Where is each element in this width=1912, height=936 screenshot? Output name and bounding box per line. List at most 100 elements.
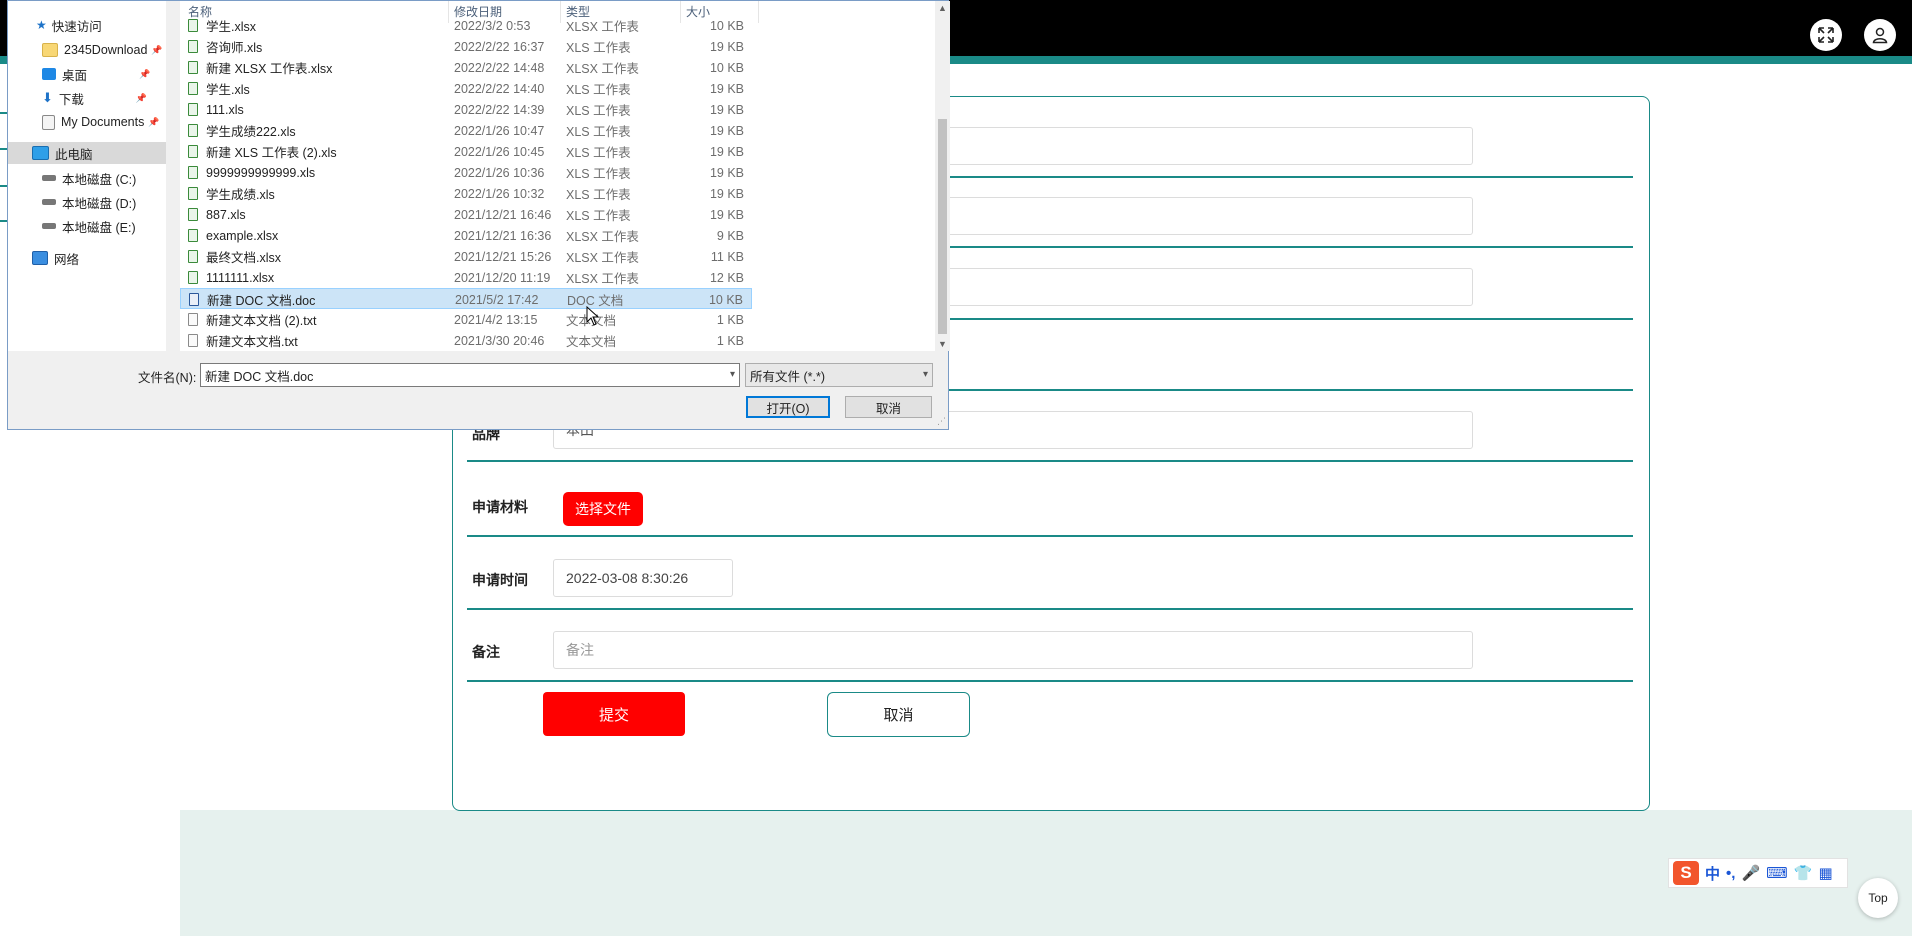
nav-label: My Documents bbox=[61, 115, 145, 129]
navigation-pane[interactable]: ★ 快速访问 2345Download 📌 桌面 📌 ⬇ 下载 📌 My Doc… bbox=[8, 1, 166, 351]
xls-file-icon bbox=[188, 166, 198, 179]
file-row[interactable]: 新建 DOC 文档.doc 2021/5/2 17:42 DOC 文档 10 KB bbox=[180, 288, 752, 309]
skin-icon[interactable]: 👕 bbox=[1794, 864, 1813, 882]
ime-mode-toggle[interactable]: 中 bbox=[1705, 863, 1720, 884]
xls-file-icon bbox=[188, 82, 198, 95]
nav-label: 快速访问 bbox=[51, 19, 102, 34]
microphone-icon[interactable]: 🎤 bbox=[1741, 864, 1760, 882]
back-to-top-button[interactable]: Top bbox=[1858, 878, 1898, 918]
nav-label: 网络 bbox=[54, 252, 80, 267]
xls-file-icon bbox=[188, 145, 198, 158]
file-row[interactable]: 887.xls 2021/12/21 16:46 XLS 工作表 19 KB bbox=[180, 204, 752, 225]
file-modified-cell: 2021/5/2 17:42 bbox=[455, 292, 539, 307]
file-name: 新建文本文档.txt bbox=[206, 335, 298, 349]
cancel-button[interactable]: 取消 bbox=[827, 692, 970, 737]
file-row[interactable]: 1111111.xlsx 2021/12/20 11:19 XLSX 工作表 12 K… bbox=[180, 267, 752, 288]
user-profile-button[interactable] bbox=[1864, 19, 1896, 51]
file-modified-cell: 2021/12/21 15:26 bbox=[454, 249, 552, 264]
time-input[interactable]: 2022-03-08 8:30:26 bbox=[553, 559, 733, 597]
star-icon: ★ bbox=[36, 18, 47, 32]
keyboard-icon[interactable]: ⌨ bbox=[1766, 864, 1788, 882]
file-name-cell: 新建 XLS 工作表 (2).xls bbox=[188, 141, 337, 162]
nav-label: 下载 bbox=[58, 92, 84, 107]
file-row[interactable]: 学生成绩222.xls 2022/1/26 10:47 XLS 工作表 19 KB bbox=[180, 120, 752, 141]
choose-file-button[interactable]: 选择文件 bbox=[563, 492, 643, 526]
nav-quick-access[interactable]: ★ 快速访问 bbox=[8, 14, 166, 36]
nav-my-documents[interactable]: My Documents 📌 bbox=[8, 111, 166, 133]
ime-punctuation-toggle[interactable]: •, bbox=[1726, 865, 1735, 882]
file-type-cell: 文本文档 bbox=[566, 335, 617, 349]
file-size-cell: 19 KB bbox=[709, 102, 744, 117]
filename-label: 文件名(N): bbox=[138, 371, 197, 385]
file-size-cell: 11 KB bbox=[710, 249, 744, 264]
filename-input[interactable]: 新建 DOC 文档.doc ▾ bbox=[200, 363, 740, 387]
nav-2345download[interactable]: 2345Download 📌 bbox=[8, 39, 166, 61]
nav-this-pc[interactable]: 此电脑 bbox=[8, 142, 166, 164]
chevron-down-icon: ▾ bbox=[922, 369, 928, 380]
file-row[interactable]: 111.xls 2022/2/22 14:39 XLS 工作表 19 KB bbox=[180, 99, 752, 120]
drive-icon bbox=[42, 199, 56, 205]
scroll-thumb[interactable] bbox=[938, 119, 947, 334]
file-type-cell: XLSX 工作表 bbox=[566, 20, 639, 34]
file-size-cell: 10 KB bbox=[709, 60, 744, 75]
file-row[interactable]: 最终文档.xlsx 2021/12/21 15:26 XLSX 工作表 11 KB bbox=[180, 246, 752, 267]
file-type-filter-select[interactable]: 所有文件 (*.*) ▾ bbox=[745, 363, 933, 387]
file-type-cell: XLS 工作表 bbox=[566, 83, 631, 97]
file-type-cell: XLSX 工作表 bbox=[566, 272, 639, 286]
nav-desktop[interactable]: 桌面 📌 bbox=[8, 63, 166, 85]
file-list-scrollbar[interactable]: ▲ ▼ bbox=[935, 1, 950, 351]
remark-input[interactable]: 备注 bbox=[553, 631, 1473, 669]
file-row[interactable]: 咨询师.xls 2022/2/22 16:37 XLS 工作表 19 KB bbox=[180, 36, 752, 57]
file-row[interactable]: 新建 XLS 工作表 (2).xls 2022/1/26 10:45 XLS 工作表… bbox=[180, 141, 752, 162]
nav-drive-d[interactable]: 本地磁盘 (D:) bbox=[8, 191, 166, 213]
file-row[interactable]: 学生.xls 2022/2/22 14:40 XLS 工作表 19 KB bbox=[180, 78, 752, 99]
nav-downloads[interactable]: ⬇ 下载 📌 bbox=[8, 87, 166, 109]
file-modified-cell: 2022/3/2 0:53 bbox=[454, 18, 531, 33]
file-row[interactable]: 新建文本文档 (2).txt 2021/4/2 13:15 文本文档 1 KB bbox=[180, 309, 752, 330]
row-divider bbox=[467, 680, 1633, 682]
file-row[interactable]: 学生.xlsx 2022/3/2 0:53 XLSX 工作表 10 KB bbox=[180, 15, 752, 36]
file-name: 1111111.xlsx bbox=[206, 270, 275, 285]
apps-grid-icon[interactable]: ▦ bbox=[1818, 864, 1832, 882]
nav-label: 本地磁盘 (C:) bbox=[62, 172, 137, 187]
xls-file-icon bbox=[188, 124, 198, 137]
file-row[interactable]: 新建文本文档.txt 2021/3/30 20:46 文本文档 1 KB bbox=[180, 330, 752, 351]
file-row[interactable]: 学生成绩.xls 2022/1/26 10:32 XLS 工作表 19 KB bbox=[180, 183, 752, 204]
file-name-cell: 新建 XLSX 工作表.xlsx bbox=[188, 57, 332, 78]
file-size-cell: 19 KB bbox=[709, 165, 744, 180]
drive-icon bbox=[42, 175, 56, 181]
file-type-cell: XLSX 工作表 bbox=[566, 251, 639, 265]
open-button[interactable]: 打开(O) bbox=[746, 396, 830, 418]
file-row[interactable]: 9999999999999.xls 2022/1/26 10:36 XLS 工作表 1… bbox=[180, 162, 752, 183]
file-name: 学生.xls bbox=[206, 83, 250, 97]
file-modified-cell: 2022/1/26 10:32 bbox=[454, 186, 545, 201]
file-name-cell: example.xlsx bbox=[188, 225, 278, 246]
network-icon bbox=[32, 251, 48, 265]
file-name-cell: 新建 DOC 文档.doc bbox=[189, 289, 315, 310]
mouse-cursor-icon bbox=[586, 306, 600, 326]
nav-network[interactable]: 网络 bbox=[8, 247, 166, 269]
file-type-cell: XLS 工作表 bbox=[566, 167, 631, 181]
fullscreen-button[interactable] bbox=[1810, 19, 1842, 51]
download-icon: ⬇ bbox=[42, 90, 53, 105]
scroll-down-arrow-icon[interactable]: ▼ bbox=[938, 339, 947, 349]
submit-button[interactable]: 提交 bbox=[543, 692, 685, 736]
file-row[interactable]: 新建 XLSX 工作表.xlsx 2022/2/22 14:48 XLSX 工作表 1… bbox=[180, 57, 752, 78]
dialog-cancel-button[interactable]: 取消 bbox=[845, 396, 932, 418]
ime-toolbar[interactable]: S 中 •, 🎤 ⌨ 👕 ▦ bbox=[1668, 858, 1848, 888]
file-type-cell: XLS 工作表 bbox=[566, 41, 631, 55]
column-separator bbox=[758, 1, 759, 23]
nav-drive-c[interactable]: 本地磁盘 (C:) bbox=[8, 167, 166, 189]
resize-grip-icon[interactable]: ⋰ bbox=[937, 416, 946, 427]
file-name-cell: 1111111.xlsx bbox=[188, 267, 274, 288]
file-modified-cell: 2021/4/2 13:15 bbox=[454, 312, 538, 327]
nav-drive-e[interactable]: 本地磁盘 (E:) bbox=[8, 215, 166, 237]
xls-file-icon bbox=[188, 103, 198, 116]
pin-icon: 📌 bbox=[135, 92, 148, 103]
chevron-down-icon[interactable]: ▾ bbox=[730, 369, 735, 380]
file-row[interactable]: example.xlsx 2021/12/21 16:36 XLSX 工作表 9 KB bbox=[180, 225, 752, 246]
file-name-cell: 新建文本文档.txt bbox=[188, 330, 298, 351]
file-list-pane[interactable]: 名称 修改日期 类型 大小 学生.xlsx 2022/3/2 0:53 XLSX 工… bbox=[180, 1, 940, 351]
scroll-up-arrow-icon[interactable]: ▲ bbox=[938, 3, 947, 13]
documents-icon bbox=[42, 114, 55, 130]
